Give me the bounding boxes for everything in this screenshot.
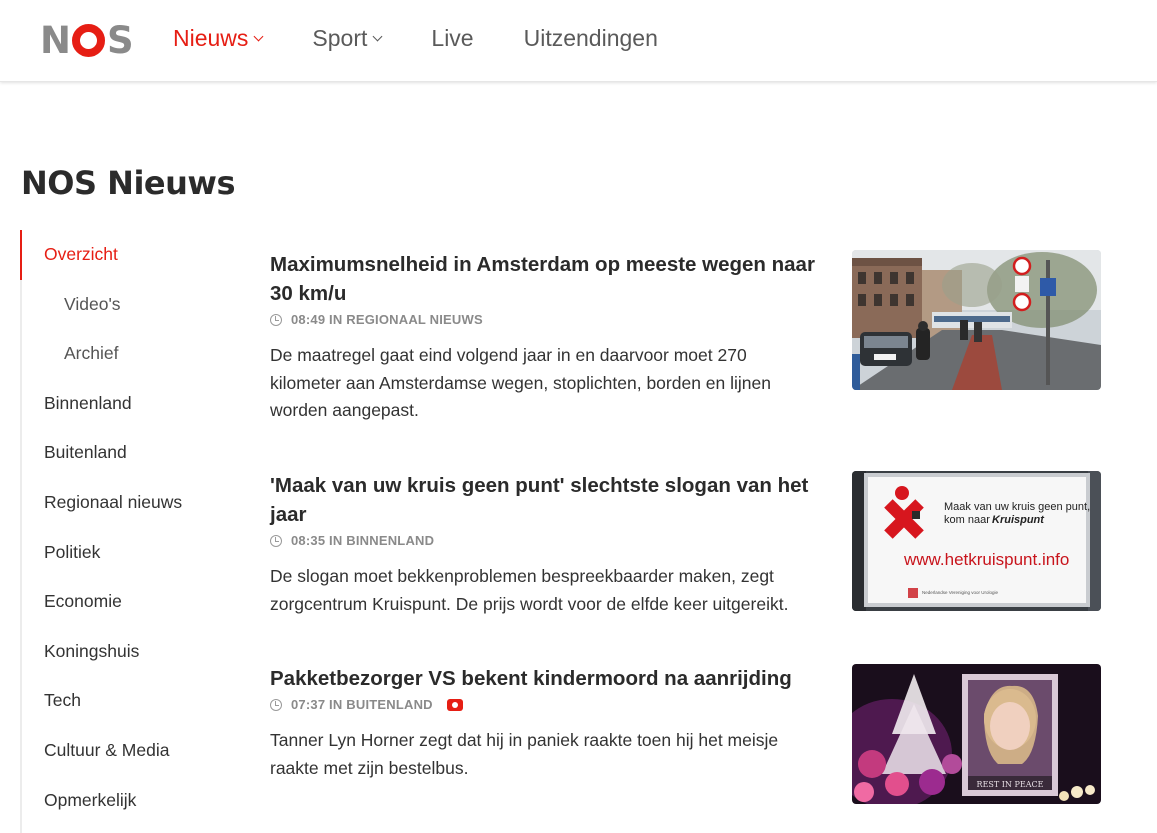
chevron-down-icon — [253, 31, 264, 42]
billboard-url: www.hetkruispunt.info — [903, 550, 1069, 569]
top-header: NS Nieuws Sport Live Uitzendingen — [0, 0, 1157, 82]
sidebar-item-overzicht[interactable]: Overzicht — [20, 230, 220, 280]
nos-logo[interactable]: NS — [40, 19, 134, 62]
nav-live[interactable]: Live — [431, 24, 473, 52]
sidebar-item-koningshuis[interactable]: Koningshuis — [22, 627, 220, 677]
clock-icon — [270, 313, 282, 326]
memorial-photo-image: REST IN PEACE — [852, 664, 1101, 804]
clock-icon — [270, 534, 282, 547]
sidebar-item-archief[interactable]: Archief — [22, 329, 220, 379]
sidebar-item-tech[interactable]: Tech — [22, 676, 220, 726]
article-thumbnail[interactable]: REST IN PEACE — [852, 664, 1101, 804]
sidebar-item-opmerkelijk[interactable]: Opmerkelijk — [22, 776, 220, 826]
article-description: De slogan moet bekkenproblemen bespreekb… — [270, 566, 789, 614]
clock-icon — [270, 698, 282, 711]
article-thumbnail[interactable]: Maak van uw kruis geen punt, kom naar Kr… — [852, 471, 1101, 611]
nav-nieuws[interactable]: Nieuws — [173, 24, 264, 52]
article-thumbnail[interactable] — [852, 250, 1101, 390]
chevron-down-icon — [372, 31, 383, 42]
billboard-small: Nederlandse Vereniging voor Urologie — [922, 590, 999, 595]
article-item[interactable]: 'Maak van uw kruis geen punt' slechtste … — [270, 471, 1102, 618]
billboard-photo-image: Maak van uw kruis geen punt, kom naar Kr… — [852, 471, 1101, 611]
article-description: Tanner Lyn Horner zegt dat hij in paniek… — [270, 730, 779, 778]
billboard-line1: Maak van uw kruis geen punt, — [944, 501, 1090, 513]
sidebar-item-videos[interactable]: Video's — [22, 280, 220, 330]
main-nav: Nieuws Sport Live Uitzendingen — [173, 24, 708, 52]
sidebar-nav: Overzicht Video's Archief Binnenland Bui… — [20, 230, 220, 833]
page-title: NOS Nieuws — [21, 164, 236, 202]
article-title[interactable]: Pakketbezorger VS bekent kindermoord na … — [270, 664, 830, 693]
article-item[interactable]: Pakketbezorger VS bekent kindermoord na … — [270, 664, 1102, 804]
article-item[interactable]: Maximumsnelheid in Amsterdam op meeste w… — [270, 250, 1102, 425]
billboard-brand: Kruispunt — [992, 514, 1045, 526]
street-photo-image — [852, 250, 1101, 390]
sidebar-item-economie[interactable]: Economie — [22, 577, 220, 627]
video-icon — [446, 698, 463, 711]
sidebar-item-cultuur-media[interactable]: Cultuur & Media — [22, 726, 220, 776]
memorial-caption: REST IN PEACE — [977, 780, 1044, 789]
sidebar-item-binnenland[interactable]: Binnenland — [22, 379, 220, 429]
sidebar-item-buitenland[interactable]: Buitenland — [22, 428, 220, 478]
article-description: De maatregel gaat eind volgend jaar in e… — [270, 345, 771, 420]
nav-uitzendingen[interactable]: Uitzendingen — [524, 24, 658, 52]
sidebar-item-politiek[interactable]: Politiek — [22, 528, 220, 578]
nav-sport[interactable]: Sport — [312, 24, 383, 52]
article-title[interactable]: 'Maak van uw kruis geen punt' slechtste … — [270, 471, 818, 529]
article-title[interactable]: Maximumsnelheid in Amsterdam op meeste w… — [270, 250, 818, 308]
billboard-line2: kom naar — [944, 514, 990, 526]
sidebar-item-regionaal-nieuws[interactable]: Regionaal nieuws — [22, 478, 220, 528]
